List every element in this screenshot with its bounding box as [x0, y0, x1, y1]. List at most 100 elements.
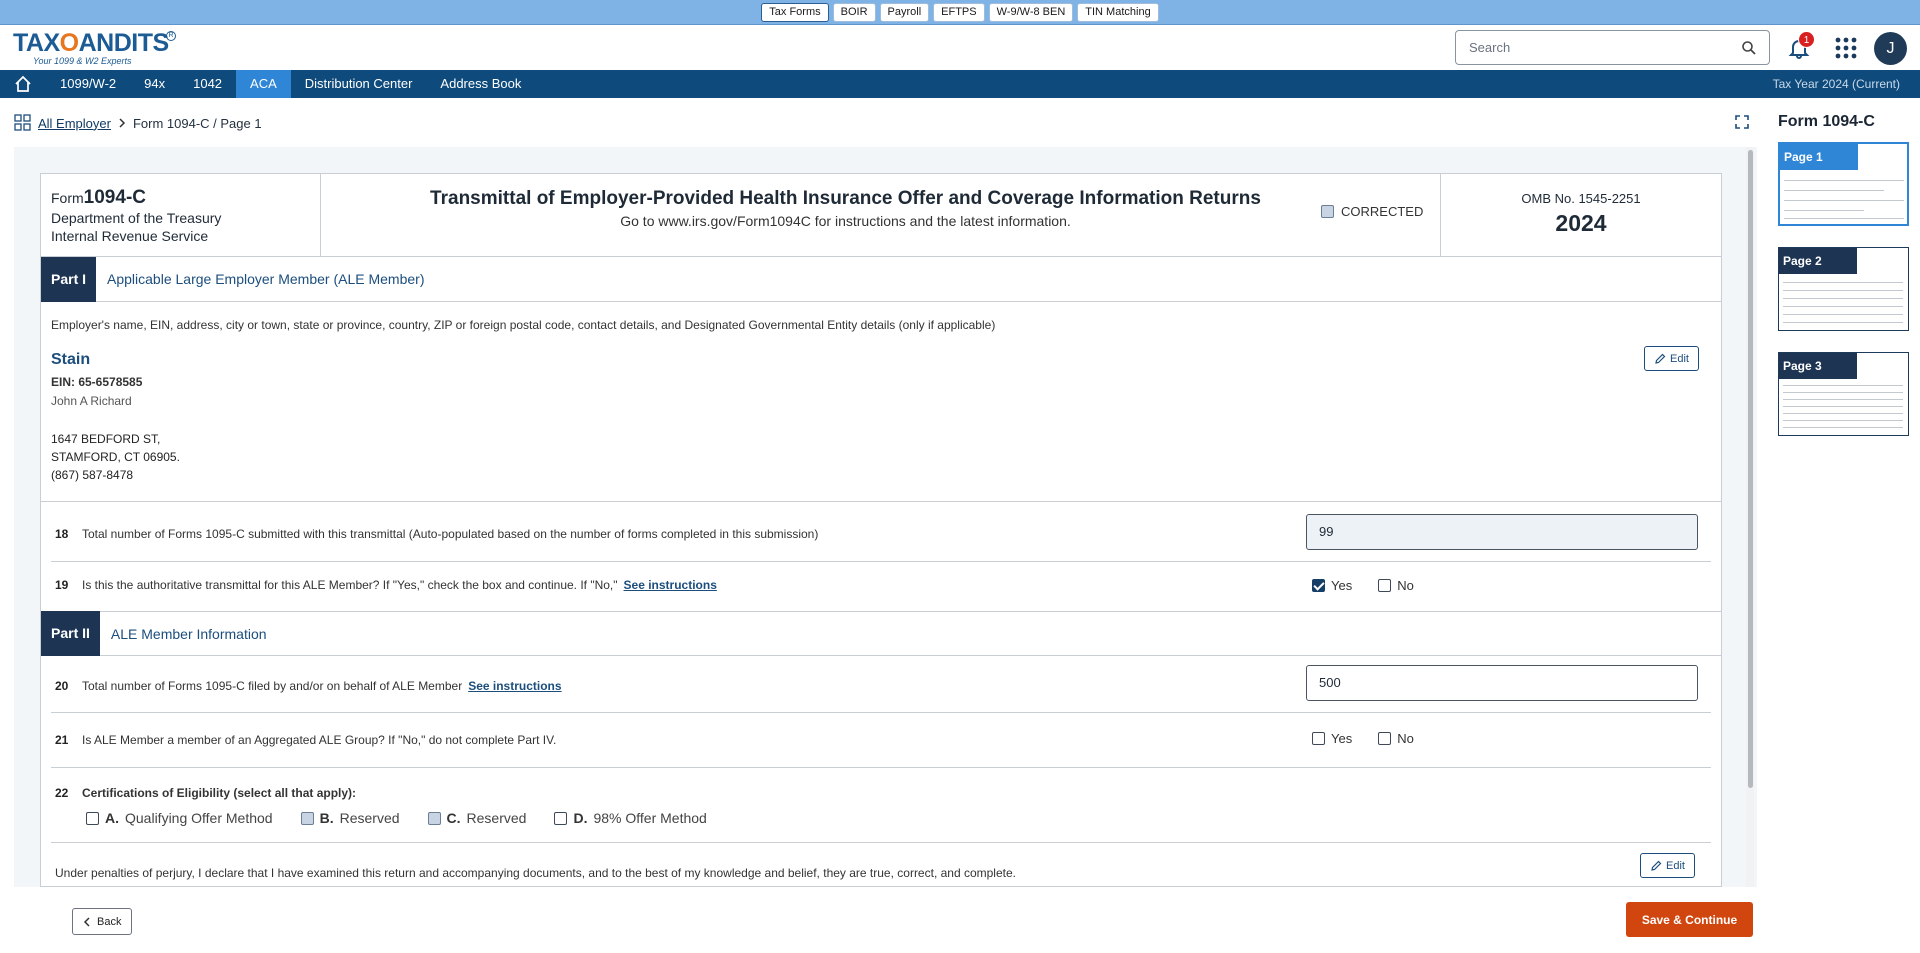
line-label: Is ALE Member a member of an Aggregated …	[82, 733, 557, 747]
breadcrumb: All Employer Form 1094-C / Page 1	[14, 113, 262, 133]
see-instructions-link[interactable]: See instructions	[624, 578, 717, 592]
employer-phone: (867) 587-8478	[51, 468, 134, 482]
employer-grid-icon[interactable]	[14, 114, 32, 132]
line-20-row: 20 Total number of Forms 1095-C filed by…	[41, 657, 1721, 717]
product-tab-payroll[interactable]: Payroll	[879, 2, 930, 22]
line-label: Total number of Forms 1095-C submitted w…	[82, 527, 819, 541]
line-19-text: Is this the authoritative transmittal fo…	[82, 578, 618, 592]
breadcrumb-all-employer[interactable]: All Employer	[38, 116, 111, 131]
nav-item-1042[interactable]: 1042	[179, 70, 236, 98]
cert-option-a[interactable]: A. Qualifying Offer Method	[86, 810, 273, 826]
employer-contact: John A Richard	[51, 394, 132, 408]
cert-option-c: C. Reserved	[427, 810, 526, 826]
form-prefix: Form	[51, 190, 84, 206]
home-button[interactable]	[0, 70, 46, 98]
product-tab-eftps[interactable]: EFTPS	[933, 2, 985, 22]
employer-ein: EIN: 65-6578585	[51, 375, 143, 389]
aggregated-yes-checkbox[interactable]	[1312, 732, 1325, 745]
line-18-row: 18 Total number of Forms 1095-C submitte…	[41, 503, 1721, 563]
tax-year: 2024	[1555, 210, 1607, 236]
cert-d-letter: D.	[573, 810, 588, 826]
total-forms-filed-field[interactable]: 500	[1306, 665, 1698, 701]
edit-employer-button[interactable]: Edit	[1644, 346, 1699, 371]
product-tab-w9-w8ben[interactable]: W-9/W-8 BEN	[988, 2, 1074, 22]
cert-b-checkbox	[300, 811, 314, 825]
no-label: No	[1397, 578, 1414, 593]
page-thumbnail-label: Page 1	[1780, 144, 1858, 170]
omb-cell: OMB No. 1545-2251 2024	[1441, 174, 1721, 257]
yes-label: Yes	[1331, 578, 1353, 593]
see-instructions-link[interactable]: See instructions	[468, 679, 561, 693]
product-tab-boir[interactable]: BOIR	[832, 2, 876, 22]
page-thumbnail-2[interactable]: Page 2	[1778, 247, 1909, 331]
form-header: Form1094-C Department of the Treasury In…	[41, 174, 1721, 257]
product-tab-tin-matching[interactable]: TIN Matching	[1077, 2, 1159, 22]
user-avatar[interactable]: J	[1874, 32, 1907, 65]
search-icon[interactable]	[1741, 40, 1757, 56]
line-number: 21	[55, 733, 69, 747]
taxbandits-logo[interactable]: TAXOANDITS Your 1099 & W2 Experts R	[13, 29, 183, 67]
tax-year-label[interactable]: Tax Year 2024 (Current)	[1773, 70, 1900, 98]
dept-line-2: Internal Revenue Service	[51, 228, 209, 244]
nav-item-1099-w2[interactable]: 1099/W-2	[46, 70, 130, 98]
line-number: 18	[55, 527, 69, 541]
scrollbar-thumb[interactable]	[1748, 150, 1753, 788]
cert-option-b: B. Reserved	[300, 810, 400, 826]
part2-header: Part II ALE Member Information	[41, 611, 1721, 656]
logo-wordmark: TAXOANDITS	[13, 29, 183, 57]
form-title: Transmittal of Employer-Provided Health …	[430, 188, 1261, 209]
edit-signature-button[interactable]: Edit	[1640, 853, 1695, 878]
line-label: Certifications of Eligibility (select al…	[82, 786, 357, 800]
total-forms-submitted-field[interactable]: 99	[1306, 514, 1698, 550]
edit-label: Edit	[1666, 859, 1685, 872]
line-20-text: Total number of Forms 1095-C filed by an…	[82, 679, 463, 693]
home-icon	[15, 75, 31, 92]
line-number: 20	[55, 679, 69, 693]
nav-item-94x[interactable]: 94x	[130, 70, 179, 98]
chevron-left-icon	[83, 916, 90, 927]
line-19-row: 19 Is this the authoritative transmittal…	[41, 562, 1721, 614]
page-thumbnail-3[interactable]: Page 3	[1778, 352, 1909, 436]
logo-text-left: TAX	[13, 29, 60, 57]
page-thumbnail-label: Page 2	[1779, 248, 1857, 274]
form-subtitle: Go to www.irs.gov/Form1094C for instruct…	[620, 213, 1071, 229]
notification-badge: 1	[1798, 31, 1815, 48]
aggregated-no-checkbox[interactable]	[1378, 732, 1392, 745]
cert-d-text: 98% Offer Method	[593, 810, 707, 826]
no-label: No	[1397, 731, 1414, 746]
back-button[interactable]: Back	[72, 908, 133, 935]
corrected-checkbox[interactable]	[1321, 205, 1334, 218]
nav-item-address-book[interactable]: Address Book	[426, 70, 535, 98]
authoritative-no-checkbox[interactable]	[1378, 579, 1392, 592]
product-tab-tax-forms[interactable]: Tax Forms	[761, 2, 829, 22]
authoritative-yes-checkbox[interactable]	[1312, 579, 1325, 592]
corrected-checkbox-group: CORRECTED	[1321, 204, 1423, 219]
address-line-2: STAMFORD, CT 06905.	[51, 450, 180, 464]
nav-item-distribution-center[interactable]: Distribution Center	[291, 70, 427, 98]
apps-grid-icon[interactable]	[1835, 37, 1857, 59]
employer-description: Employer's name, EIN, address, city or t…	[51, 318, 996, 332]
main-nav: 1099/W-2 94x 1042 ACA Distribution Cente…	[0, 70, 1920, 98]
form-title-cell: Transmittal of Employer-Provided Health …	[321, 174, 1441, 257]
cert-d-checkbox[interactable]	[554, 811, 568, 825]
line-22-row: 22 Certifications of Eligibility (select…	[41, 768, 1721, 848]
employer-details: Employer's name, EIN, address, city or t…	[41, 302, 1721, 502]
cert-b-text: Reserved	[339, 810, 400, 826]
page-preview-title: Form 1094-C	[1778, 113, 1875, 130]
save-continue-button[interactable]: Save & Continue	[1626, 902, 1753, 937]
page-thumbnail-1[interactable]: Page 1	[1778, 142, 1909, 226]
cert-a-checkbox[interactable]	[86, 811, 99, 825]
pencil-icon	[1651, 860, 1662, 871]
nav-item-aca[interactable]: ACA	[236, 70, 291, 98]
breadcrumb-current: Form 1094-C / Page 1	[132, 115, 262, 131]
expand-icon[interactable]	[1735, 115, 1749, 129]
aggregated-group-yes-no: Yes No	[1312, 731, 1414, 746]
back-label: Back	[97, 915, 122, 928]
pencil-icon	[1655, 353, 1666, 364]
chevron-right-icon	[119, 118, 126, 128]
search-input[interactable]	[1469, 31, 1739, 64]
line-label: Is this the authoritative transmittal fo…	[82, 578, 717, 592]
line-number: 22	[55, 786, 69, 800]
logo-owl-icon: O	[59, 29, 79, 57]
cert-option-d[interactable]: D. 98% Offer Method	[554, 810, 707, 826]
